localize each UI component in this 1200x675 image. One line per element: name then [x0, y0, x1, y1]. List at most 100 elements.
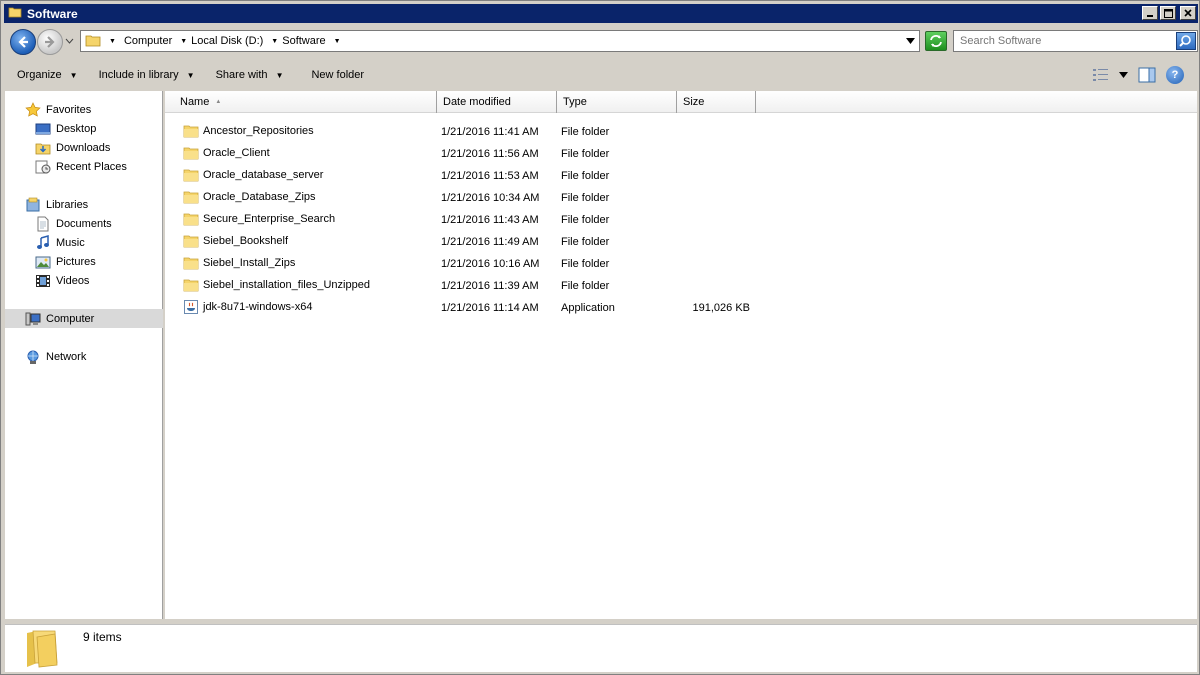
minimize-button[interactable]	[1142, 6, 1158, 20]
folder-icon	[8, 5, 22, 22]
file-date: 1/21/2016 11:41 AM	[441, 126, 539, 138]
file-row[interactable]: Secure_Enterprise_Search 1/21/2016 11:43…	[165, 208, 1197, 230]
refresh-button[interactable]	[925, 31, 947, 51]
maximize-button[interactable]	[1160, 6, 1176, 20]
new-folder-button[interactable]: New folder	[311, 69, 364, 81]
breadcrumb-root-arrow[interactable]: ▼	[109, 38, 122, 45]
column-header-type[interactable]: Type	[557, 91, 677, 113]
close-button[interactable]	[1180, 6, 1196, 20]
file-name: jdk-8u71-windows-x64	[203, 301, 313, 313]
file-name: Siebel_installation_files_Unzipped	[203, 279, 370, 291]
nav-favorites[interactable]: Favorites	[5, 100, 163, 119]
network-icon	[27, 350, 39, 364]
file-row[interactable]: Oracle_Database_Zips 1/21/2016 10:34 AM …	[165, 186, 1197, 208]
file-row[interactable]: Siebel_Bookshelf 1/21/2016 11:49 AM File…	[165, 230, 1197, 252]
file-row[interactable]: Siebel_Install_Zips 1/21/2016 10:16 AM F…	[165, 252, 1197, 274]
folder-icon	[183, 125, 199, 138]
forward-button[interactable]	[37, 29, 63, 55]
desktop-icon	[35, 123, 51, 134]
nav-pictures[interactable]: Pictures	[5, 252, 163, 271]
search-button[interactable]	[1176, 32, 1196, 50]
nav-music[interactable]: Music	[5, 233, 163, 252]
navigation-bar: ▼ Computer ▼ Local Disk (D:) ▼ Software …	[4, 25, 1198, 59]
share-with-menu[interactable]: Share with ▼	[216, 69, 284, 81]
address-bar[interactable]: ▼ Computer ▼ Local Disk (D:) ▼ Software …	[80, 30, 920, 52]
file-date: 1/21/2016 10:16 AM	[441, 258, 540, 270]
pictures-icon	[35, 256, 51, 268]
explorer-window: Software ▼ Computer ▼ Local Disk (D:) ▼ …	[0, 0, 1200, 675]
java-app-icon	[184, 300, 198, 314]
file-type: File folder	[561, 280, 610, 292]
file-row[interactable]: Siebel_installation_files_Unzipped 1/21/…	[165, 274, 1197, 296]
file-type: File folder	[561, 258, 610, 270]
column-header-size[interactable]: Size	[677, 91, 756, 113]
nav-downloads[interactable]: Downloads	[5, 138, 163, 157]
star-icon	[25, 101, 41, 117]
navigation-pane: Favorites Desktop Downloads Recent Place…	[5, 91, 163, 619]
item-count: 9 items	[83, 630, 122, 644]
folder-icon	[183, 169, 199, 182]
history-dropdown-icon[interactable]	[65, 38, 74, 44]
file-type: File folder	[561, 192, 610, 204]
file-list: Name ▲ Date modified Type Size Ancestor_R…	[165, 91, 1197, 619]
nav-libraries[interactable]: Libraries	[5, 195, 163, 214]
documents-icon	[37, 216, 49, 231]
file-date: 1/21/2016 10:34 AM	[441, 192, 540, 204]
column-header-date-modified[interactable]: Date modified	[437, 91, 557, 113]
back-button[interactable]	[10, 29, 36, 55]
folder-icon	[183, 213, 199, 226]
file-row[interactable]: Oracle_Client 1/21/2016 11:56 AM File fo…	[165, 142, 1197, 164]
file-name: Oracle_database_server	[203, 169, 324, 181]
window-controls	[1142, 6, 1196, 20]
file-date: 1/21/2016 11:49 AM	[441, 236, 539, 248]
file-row[interactable]: Oracle_database_server 1/21/2016 11:53 A…	[165, 164, 1197, 186]
file-name: Ancestor_Repositories	[203, 125, 314, 137]
sort-ascending-icon: ▲	[215, 99, 222, 105]
refresh-icon	[930, 35, 942, 47]
title-bar[interactable]: Software	[4, 4, 1198, 23]
window-title: Software	[27, 6, 78, 21]
file-type: File folder	[561, 170, 610, 182]
help-button[interactable]: ?	[1166, 66, 1184, 84]
file-date: 1/21/2016 11:56 AM	[441, 148, 539, 160]
nav-recent-places[interactable]: Recent Places	[5, 157, 163, 176]
music-icon	[37, 234, 49, 249]
file-date: 1/21/2016 11:14 AM	[441, 302, 539, 314]
libraries-icon	[26, 197, 40, 211]
file-date: 1/21/2016 11:43 AM	[441, 214, 539, 226]
view-dropdown-icon[interactable]	[1119, 72, 1128, 78]
organize-menu[interactable]: Organize ▼	[17, 69, 78, 81]
include-in-library-menu[interactable]: Include in library ▼	[99, 69, 195, 81]
breadcrumb-computer[interactable]: Computer	[124, 35, 172, 47]
address-dropdown-icon[interactable]	[906, 38, 915, 44]
file-size: 191,026 KB	[692, 302, 751, 314]
view-details-icon[interactable]	[1093, 68, 1109, 82]
file-row[interactable]: jdk-8u71-windows-x64 1/21/2016 11:14 AM …	[165, 296, 1197, 318]
breadcrumb-arrow[interactable]: ▼	[334, 38, 347, 45]
help-icon: ?	[1171, 69, 1179, 81]
recent-places-icon	[35, 160, 51, 173]
breadcrumb-local-disk[interactable]: Local Disk (D:)	[191, 35, 263, 47]
file-type: File folder	[561, 214, 610, 226]
nav-videos[interactable]: Videos	[5, 271, 163, 290]
file-type: File folder	[561, 236, 610, 248]
file-name: Siebel_Install_Zips	[203, 257, 296, 269]
folder-icon	[183, 279, 199, 292]
folder-icon	[183, 235, 199, 248]
folder-icon	[27, 630, 58, 668]
nav-computer[interactable]: Computer	[5, 309, 163, 328]
search-icon	[1179, 35, 1191, 47]
preview-pane-icon[interactable]	[1138, 67, 1156, 83]
search-input[interactable]	[954, 31, 1172, 51]
chevron-down-icon: ▼	[69, 70, 78, 80]
file-date: 1/21/2016 11:53 AM	[441, 170, 539, 182]
folder-icon	[183, 191, 199, 204]
file-row[interactable]: Ancestor_Repositories 1/21/2016 11:41 AM…	[165, 120, 1197, 142]
computer-icon	[25, 312, 41, 325]
file-type: File folder	[561, 126, 610, 138]
column-header-name[interactable]: Name ▲	[174, 91, 437, 113]
nav-network[interactable]: Network	[5, 347, 163, 366]
breadcrumb-software[interactable]: Software	[282, 35, 325, 47]
nav-documents[interactable]: Documents	[5, 214, 163, 233]
nav-desktop[interactable]: Desktop	[5, 119, 163, 138]
